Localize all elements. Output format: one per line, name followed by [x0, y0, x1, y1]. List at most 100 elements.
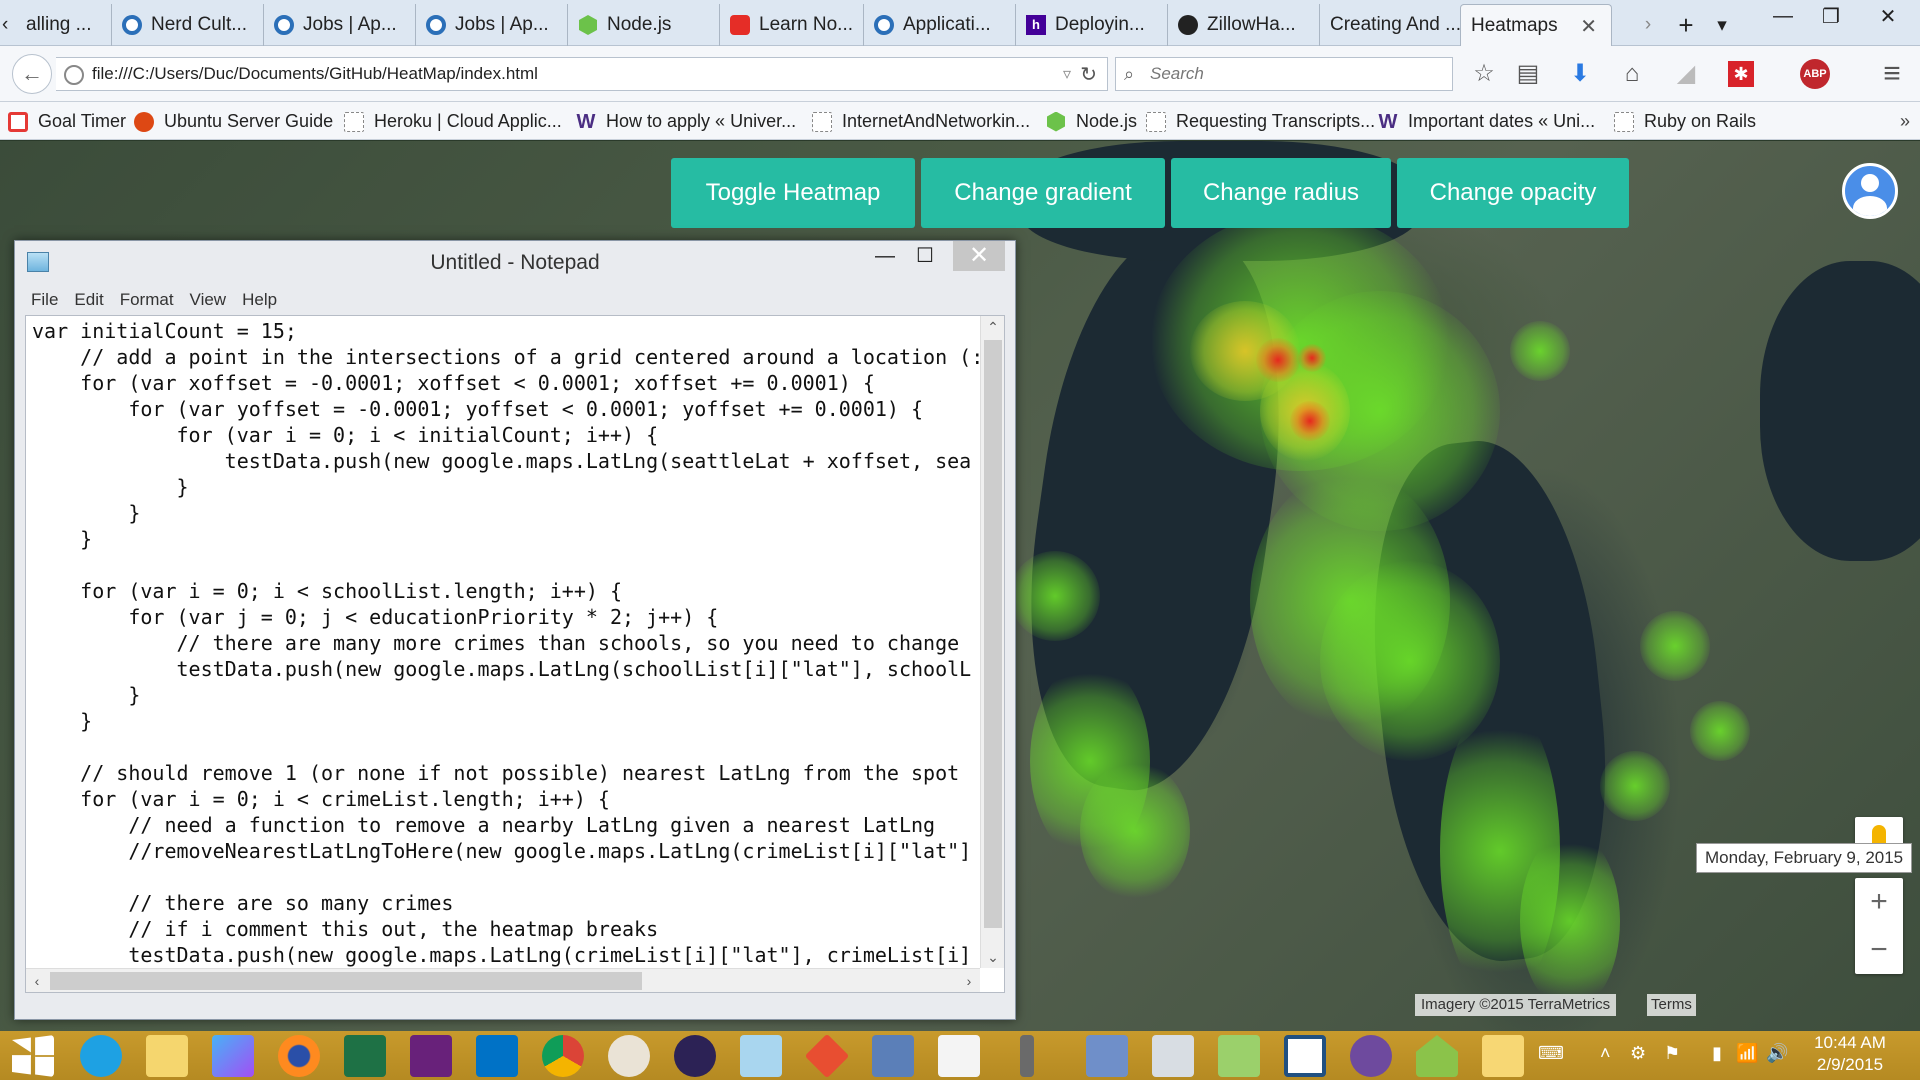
bookmark-goal-timer[interactable]: Goal Timer [8, 111, 126, 132]
eclipse-icon[interactable] [674, 1035, 716, 1077]
scroll-thumb[interactable] [984, 340, 1002, 928]
toggle-heatmap-button[interactable]: Toggle Heatmap [671, 158, 915, 228]
keyboard-icon[interactable]: ⌨ [1538, 1043, 1564, 1064]
tab-nodejs[interactable]: Node.js [568, 4, 720, 46]
url-bar[interactable]: file:///C:/Users/Duc/Documents/GitHub/He… [56, 57, 1108, 91]
tab-heatmaps[interactable]: Heatmaps ✕ [1460, 4, 1612, 46]
visual-studio-icon[interactable] [410, 1035, 452, 1077]
star-icon[interactable] [1086, 1035, 1128, 1077]
notepad-icon[interactable] [740, 1035, 782, 1077]
scroll-up-icon[interactable]: ⌃ [981, 316, 1004, 338]
new-tab-button[interactable]: + [1666, 4, 1706, 46]
tab-nerd-culture[interactable]: Nerd Cult... [112, 4, 264, 46]
zoom-out-button[interactable]: − [1855, 926, 1903, 974]
bookmark-how-to-apply[interactable]: W How to apply « Univer... [576, 111, 797, 132]
downloads-icon[interactable]: ⬇ [1564, 58, 1596, 90]
tab-scroll-left-button[interactable]: ‹ [0, 4, 14, 46]
virtualbox-icon[interactable] [872, 1035, 914, 1077]
notepad-close-button[interactable]: ✕ [953, 241, 1005, 271]
back-button[interactable]: ← [12, 54, 52, 94]
bookmark-important-dates[interactable]: W Important dates « Uni... [1378, 111, 1596, 132]
settings-tray-icon[interactable]: ⚙ [1630, 1043, 1646, 1064]
chrome-icon[interactable] [542, 1035, 584, 1077]
change-radius-button[interactable]: Change radius [1171, 158, 1391, 228]
window-close-button[interactable]: ✕ [1856, 0, 1920, 32]
notepad-minimize-button[interactable]: — [865, 241, 905, 271]
menu-file[interactable]: File [31, 290, 58, 310]
git-icon[interactable] [804, 1033, 850, 1079]
show-hidden-icons-icon[interactable]: ˄ [1600, 1043, 1611, 1064]
paint-icon[interactable] [608, 1035, 650, 1077]
menu-help[interactable]: Help [242, 290, 277, 310]
addon-icon[interactable]: ✱ [1728, 61, 1754, 87]
tab-calling[interactable]: alling ... [16, 4, 112, 46]
volume-icon[interactable]: 🔊 [1766, 1043, 1788, 1064]
action-center-flag-icon[interactable]: ⚑ [1664, 1043, 1680, 1064]
scroll-left-icon[interactable]: ‹ [26, 969, 48, 992]
wifi-icon[interactable]: 📶 [1736, 1043, 1758, 1064]
android-icon[interactable] [1416, 1035, 1458, 1077]
share-icon[interactable]: ◢ [1670, 58, 1702, 90]
bookmark-heroku[interactable]: Heroku | Cloud Applic... [344, 111, 562, 132]
bookmark-star-icon[interactable]: ☆ [1468, 58, 1500, 90]
start-icon[interactable] [12, 1035, 54, 1077]
excel-icon[interactable] [344, 1035, 386, 1077]
tab-deploying[interactable]: h Deployin... [1016, 4, 1168, 46]
home-icon[interactable]: ⌂ [1616, 58, 1648, 90]
mail-icon[interactable] [476, 1035, 518, 1077]
window-minimize-button[interactable]: — [1760, 0, 1806, 32]
zoom-in-button[interactable]: + [1855, 878, 1903, 926]
github-icon[interactable] [1350, 1035, 1392, 1077]
bookmarks-overflow-button[interactable]: » [1900, 111, 1910, 132]
notepad-maximize-button[interactable]: ☐ [905, 241, 945, 271]
monitor-icon[interactable] [1152, 1035, 1194, 1077]
tab-jobs-1[interactable]: Jobs | Ap... [264, 4, 416, 46]
bookmark-nodejs[interactable]: Node.js [1046, 111, 1137, 132]
microphone-icon[interactable] [1020, 1035, 1034, 1077]
menu-format[interactable]: Format [120, 290, 174, 310]
github-icon [1178, 15, 1198, 35]
tab-scroll-right-button[interactable]: › [1630, 4, 1666, 46]
scroll-thumb[interactable] [50, 972, 642, 990]
change-opacity-button[interactable]: Change opacity [1397, 158, 1629, 228]
notepadpp-icon[interactable] [1218, 1035, 1260, 1077]
menu-icon[interactable]: ≡ [1876, 58, 1908, 90]
tab-applications[interactable]: Applicati... [864, 4, 1016, 46]
firefox-icon[interactable] [278, 1035, 320, 1077]
bookmark-internet[interactable]: InternetAndNetworkin... [812, 111, 1030, 132]
tab-learn-node[interactable]: Learn No... [720, 4, 864, 46]
notepad-editor[interactable]: var initialCount = 15; // add a point in… [25, 315, 1005, 993]
tab-creating[interactable]: Creating And ... [1320, 4, 1464, 46]
notepad-text[interactable]: var initialCount = 15; // add a point in… [32, 318, 980, 968]
terms-link[interactable]: Terms [1647, 994, 1696, 1016]
list-tabs-button[interactable]: ▾ [1706, 4, 1738, 46]
scroll-down-icon[interactable]: ⌄ [981, 946, 1004, 968]
menu-edit[interactable]: Edit [74, 290, 103, 310]
reload-icon[interactable]: ↻ [1080, 62, 1097, 87]
user-avatar[interactable] [1842, 163, 1898, 219]
jetbrains-icon[interactable] [212, 1035, 254, 1077]
adblock-icon[interactable]: ABP [1800, 59, 1830, 89]
tab-zillow[interactable]: ZillowHa... [1168, 4, 1320, 46]
ie-icon[interactable] [80, 1035, 122, 1077]
document-icon[interactable] [938, 1035, 980, 1077]
search-input[interactable]: ⌕ Search [1115, 57, 1453, 91]
change-gradient-button[interactable]: Change gradient [921, 158, 1165, 228]
history-dropdown-icon[interactable]: ▿ [1063, 64, 1071, 84]
horizontal-scrollbar[interactable]: ‹ › [26, 968, 980, 992]
bookmark-rails[interactable]: Ruby on Rails [1614, 111, 1756, 132]
bookmark-transcripts[interactable]: Requesting Transcripts... [1146, 111, 1375, 132]
file-explorer-icon[interactable] [146, 1035, 188, 1077]
bookmark-ubuntu[interactable]: Ubuntu Server Guide [134, 111, 333, 132]
battery-icon[interactable]: ▮ [1712, 1043, 1722, 1064]
taskbar-clock[interactable]: 10:44 AM 2/9/2015 [1790, 1032, 1910, 1076]
bookmarks-list-icon[interactable]: ▤ [1512, 58, 1544, 90]
window-maximize-button[interactable]: ❐ [1808, 0, 1854, 32]
tab-jobs-2[interactable]: Jobs | Ap... [416, 4, 568, 46]
scroll-right-icon[interactable]: › [958, 969, 980, 992]
menu-view[interactable]: View [190, 290, 227, 310]
vertical-scrollbar[interactable]: ⌃ ⌄ [980, 316, 1004, 968]
folder-icon[interactable] [1482, 1035, 1524, 1077]
sourcetree-icon[interactable] [1284, 1035, 1326, 1077]
close-tab-icon[interactable]: ✕ [1580, 14, 1597, 39]
